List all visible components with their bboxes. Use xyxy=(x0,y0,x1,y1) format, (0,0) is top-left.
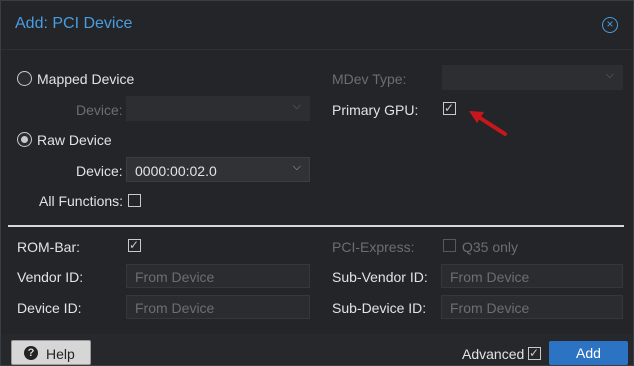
mapped-device-label[interactable]: Mapped Device xyxy=(37,71,134,87)
section-divider xyxy=(8,225,624,227)
sub-device-id-input[interactable]: From Device xyxy=(441,295,623,319)
primary-gpu-label: Primary GPU: xyxy=(332,102,419,118)
add-button[interactable]: Add xyxy=(549,341,628,365)
check-icon: ✓ xyxy=(444,101,455,115)
mdev-type-label: MDev Type: xyxy=(332,71,407,87)
chevron-down-icon: ⌵ xyxy=(292,161,301,173)
dialog-titlebar: Add: PCI Device × xyxy=(1,1,633,50)
vendor-id-label: Vendor ID: xyxy=(17,269,84,285)
raw-device-label[interactable]: Raw Device xyxy=(37,132,112,148)
chevron-down-icon: ⌵ xyxy=(605,69,614,81)
q35-only-label: Q35 only xyxy=(462,239,519,255)
all-functions-checkbox[interactable] xyxy=(128,194,141,207)
help-button-label: Help xyxy=(46,346,75,362)
all-functions-label: All Functions: xyxy=(39,193,124,209)
raw-device-radio[interactable] xyxy=(17,132,32,147)
device-id-input[interactable]: From Device xyxy=(126,295,310,319)
advanced-checkbox[interactable]: ✓ xyxy=(528,346,541,360)
chevron-down-icon: ⌵ xyxy=(292,100,301,112)
advanced-label: Advanced xyxy=(462,346,525,362)
add-pci-device-dialog: Add: PCI Device × Mapped Device Device: … xyxy=(0,0,634,366)
mapped-device-radio[interactable] xyxy=(17,71,32,86)
mdev-type-select[interactable]: ⌵ xyxy=(442,65,623,90)
sub-vendor-id-input[interactable]: From Device xyxy=(441,264,623,288)
primary-gpu-checkbox[interactable]: ✓ xyxy=(443,101,456,115)
close-icon[interactable]: × xyxy=(602,17,618,33)
check-icon: ✓ xyxy=(129,238,140,252)
rom-bar-checkbox[interactable]: ✓ xyxy=(128,238,141,252)
help-button[interactable]: ? Help xyxy=(11,340,91,365)
rom-bar-label: ROM-Bar: xyxy=(17,239,80,255)
raw-device-select[interactable]: 0000:00:02.0 ⌵ xyxy=(126,157,310,182)
vendor-id-input[interactable]: From Device xyxy=(126,264,310,288)
pci-express-checkbox[interactable] xyxy=(443,239,456,252)
check-icon: ✓ xyxy=(529,346,540,360)
raw-device-value: 0000:00:02.0 xyxy=(135,163,217,179)
help-icon: ? xyxy=(24,346,38,360)
pci-express-label: PCI-Express: xyxy=(332,239,415,255)
mapped-device-device-label: Device: xyxy=(76,102,123,118)
sub-device-id-label: Sub-Device ID: xyxy=(332,300,427,316)
dialog-title: Add: PCI Device xyxy=(15,15,133,32)
red-arrow-icon xyxy=(469,111,507,136)
mapped-device-select[interactable]: ⌵ xyxy=(126,96,310,121)
sub-vendor-id-label: Sub-Vendor ID: xyxy=(332,269,428,285)
raw-device-device-label: Device: xyxy=(76,163,123,179)
device-id-label: Device ID: xyxy=(17,300,82,316)
